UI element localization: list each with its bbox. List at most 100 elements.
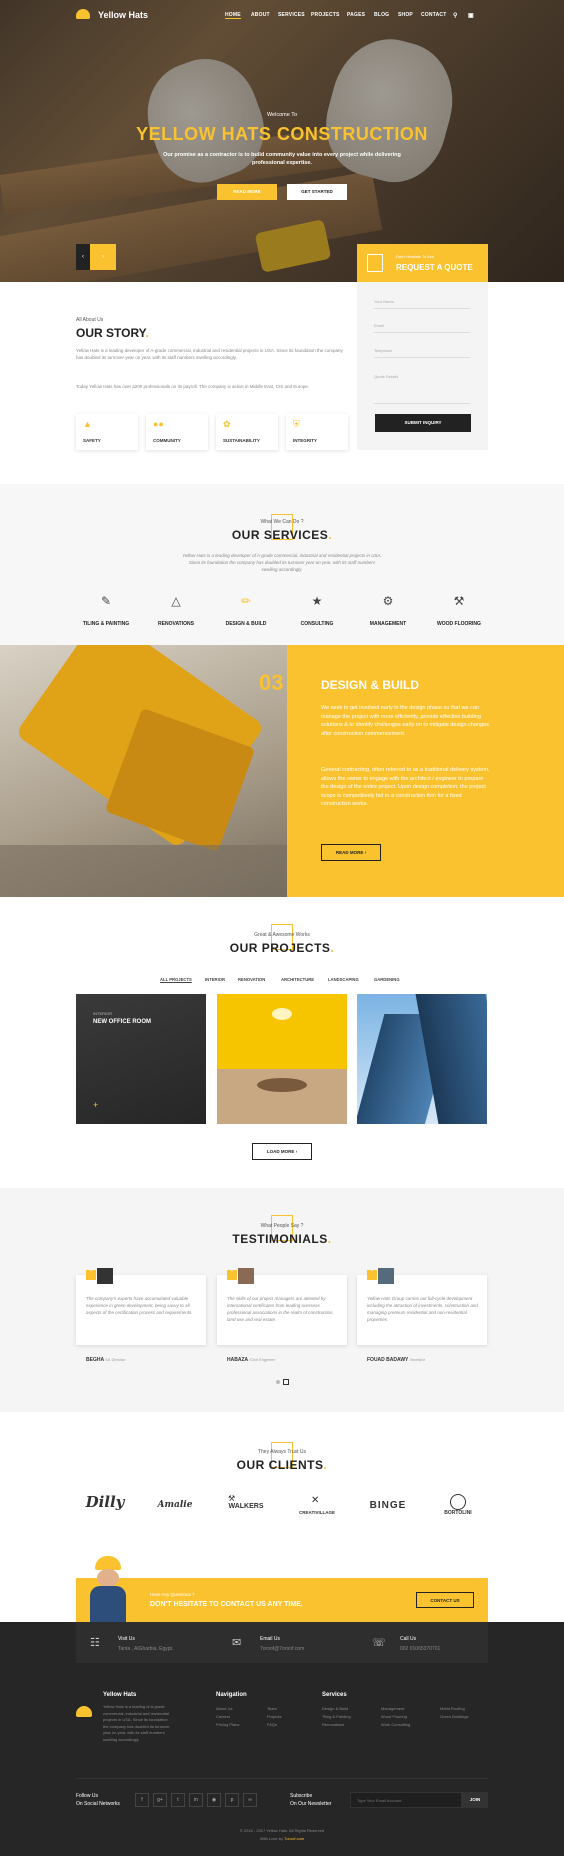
- service-design-build[interactable]: DESIGN & BUILD: [206, 621, 286, 627]
- hammer-icon[interactable]: ⚒: [449, 594, 469, 608]
- client-logo-binge[interactable]: BINGE: [358, 1500, 418, 1511]
- clients-title: OUR CLIENTS.: [236, 1458, 328, 1472]
- client-logo-amalie[interactable]: Amalie: [145, 1500, 205, 1510]
- field-line: [374, 308, 470, 309]
- filter-renovation[interactable]: RENOVATION: [238, 977, 265, 982]
- brand-name[interactable]: Yellow Hats: [98, 10, 148, 20]
- linkedin-icon[interactable]: in: [189, 1793, 203, 1807]
- nav-item-services[interactable]: SERVICES: [278, 12, 305, 18]
- service-consulting[interactable]: CONSULTING: [277, 621, 357, 627]
- quote-icon: “: [227, 1270, 237, 1280]
- design-read-more-button[interactable]: READ MORE ›: [321, 844, 381, 861]
- contact-us-button[interactable]: CONTACT US: [416, 1592, 474, 1608]
- email-field[interactable]: Email: [374, 323, 384, 328]
- plus-icon[interactable]: +: [93, 1100, 98, 1110]
- service-wood-flooring[interactable]: WOOD FLOORING: [419, 621, 499, 627]
- footer-link-metal[interactable]: Metal Roofing: [440, 1706, 465, 1711]
- name-field[interactable]: Your Name: [374, 299, 394, 304]
- compass-icon[interactable]: ★: [307, 594, 327, 608]
- nav-item-contact[interactable]: CONTACT: [421, 12, 446, 18]
- cart-icon[interactable]: ▣: [468, 12, 474, 19]
- telephone-field[interactable]: Telephone: [374, 348, 392, 353]
- client-logo-walkers[interactable]: WALKERS: [216, 1503, 276, 1510]
- footer-link-green[interactable]: Green Buildings: [440, 1714, 468, 1719]
- feature-label: COMMUNITY: [153, 438, 181, 443]
- logo-hat-icon[interactable]: [76, 9, 90, 19]
- twitter-icon[interactable]: t: [171, 1793, 185, 1807]
- slider-prev-button[interactable]: ‹: [76, 244, 90, 270]
- client-logo-creativillage[interactable]: CREATIVILLAGE: [287, 1510, 347, 1515]
- paint-brush-icon[interactable]: ✎: [96, 594, 116, 608]
- service-renovations[interactable]: RENOVATIONS: [136, 621, 216, 627]
- footer-link-pricing[interactable]: Pricing Plans: [216, 1722, 239, 1727]
- carousel-dot-active[interactable]: [283, 1379, 289, 1385]
- contact-bar: [76, 1622, 488, 1663]
- footer-link-faqs[interactable]: FAQs: [267, 1722, 277, 1727]
- nav-item-shop[interactable]: SHOP: [398, 12, 413, 18]
- footer-link-management[interactable]: Management: [381, 1706, 404, 1711]
- filter-architecture[interactable]: ARCHITECTURE: [281, 977, 314, 982]
- join-button[interactable]: JOIN: [462, 1792, 488, 1808]
- nav-item-blog[interactable]: BLOG: [374, 12, 389, 18]
- footer-link-wood[interactable]: Wood Flooring: [381, 1714, 407, 1719]
- footer-logo-hat-icon: [76, 1706, 92, 1717]
- footer-link-team[interactable]: Team: [267, 1706, 277, 1711]
- cta-title: DON'T HESITATE TO CONTACT US ANY TIME.: [150, 1601, 303, 1608]
- carousel-dot[interactable]: [276, 1380, 280, 1384]
- project-card-meeting-room[interactable]: [217, 994, 347, 1124]
- nav-item-projects[interactable]: PROJECTS: [311, 12, 340, 18]
- hero-get-started-button[interactable]: GET STARTED: [287, 184, 347, 200]
- filter-landscaping[interactable]: LANDSCAPING: [328, 977, 359, 982]
- footer-link-tiling[interactable]: Tiling & Painting: [322, 1714, 351, 1719]
- footer-link-design[interactable]: Design & Build: [322, 1706, 348, 1711]
- contact-phone[interactable]: 002 01065370701: [400, 1646, 440, 1652]
- footer-link-careers[interactable]: Careers: [216, 1714, 230, 1719]
- footer-link-renovations[interactable]: Renovations: [322, 1722, 344, 1727]
- contact-email[interactable]: 7oroof@7oroof.com: [260, 1646, 304, 1652]
- credit-link[interactable]: 7oroof.com: [284, 1836, 304, 1841]
- google-plus-icon[interactable]: g+: [153, 1793, 167, 1807]
- feature-safety: ▲ SAFETY: [76, 414, 138, 450]
- newsletter-email-input[interactable]: [350, 1792, 462, 1808]
- rss-icon[interactable]: ∞: [243, 1793, 257, 1807]
- footer-divider: [76, 1778, 488, 1779]
- nav-item-pages[interactable]: PAGES: [347, 12, 365, 18]
- nav-item-about[interactable]: ABOUT: [251, 12, 270, 18]
- quote-details-field[interactable]: Quote Details: [374, 374, 398, 379]
- footer-link-projects[interactable]: Projects: [267, 1714, 281, 1719]
- service-management[interactable]: MANAGEMENT: [348, 621, 428, 627]
- helmet-icon[interactable]: △: [166, 594, 186, 608]
- contact-label: Email Us: [260, 1636, 281, 1642]
- client-logo-bortolini[interactable]: BORTOLINI: [428, 1510, 488, 1516]
- load-more-button[interactable]: LOAD MORE ›: [252, 1143, 312, 1160]
- client-logo-dilly[interactable]: Dilly: [75, 1493, 135, 1511]
- feature-label: INTEGRITY: [293, 438, 318, 443]
- filter-all-projects[interactable]: ALL PROJECTS: [160, 977, 192, 982]
- filter-interior[interactable]: INTERIOR: [205, 977, 225, 982]
- copyright: © 2016 - 2017 Yellow Hats. All Rights Re…: [239, 1828, 325, 1833]
- cta-small: Have Any Questions ?: [150, 1592, 195, 1597]
- facebook-icon[interactable]: f: [135, 1793, 149, 1807]
- submit-inquiry-button[interactable]: SUBMIT INQUIRY: [375, 414, 471, 432]
- map-icon: ☷: [90, 1637, 100, 1649]
- search-icon[interactable]: ⚲: [453, 12, 458, 19]
- pinterest-icon[interactable]: p: [225, 1793, 239, 1807]
- instagram-icon[interactable]: ◉: [207, 1793, 221, 1807]
- slider-next-button[interactable]: ›: [90, 244, 116, 270]
- testimonial-card: The skills of our project managers are a…: [217, 1275, 347, 1345]
- testimonial-author: FOUAD BADAWY /Investor: [367, 1357, 426, 1363]
- walkers-tools-icon: ⚒: [228, 1494, 236, 1503]
- people-icon: ●●: [153, 419, 164, 429]
- nav-item-home[interactable]: HOME: [225, 12, 241, 19]
- project-card-office[interactable]: INTERIOR NEW OFFICE ROOM +: [76, 994, 206, 1124]
- feature-sustainability: ✿ SUSTAINABILITY: [216, 414, 278, 450]
- design-build-icon[interactable]: ✏: [236, 594, 256, 608]
- hero-read-more-button[interactable]: READ MORE: [217, 184, 277, 200]
- filter-gardening[interactable]: GARDENING: [374, 977, 400, 982]
- footer-link-about[interactable]: About Us: [216, 1706, 232, 1711]
- service-tiling[interactable]: TILING & PAINTING: [66, 621, 146, 627]
- subscribe-title: Subscribe: [290, 1793, 313, 1799]
- footer-link-consulting[interactable]: Work Consulting: [381, 1722, 410, 1727]
- gear-icon[interactable]: ⚙: [378, 594, 398, 608]
- project-card-tower[interactable]: [357, 994, 487, 1124]
